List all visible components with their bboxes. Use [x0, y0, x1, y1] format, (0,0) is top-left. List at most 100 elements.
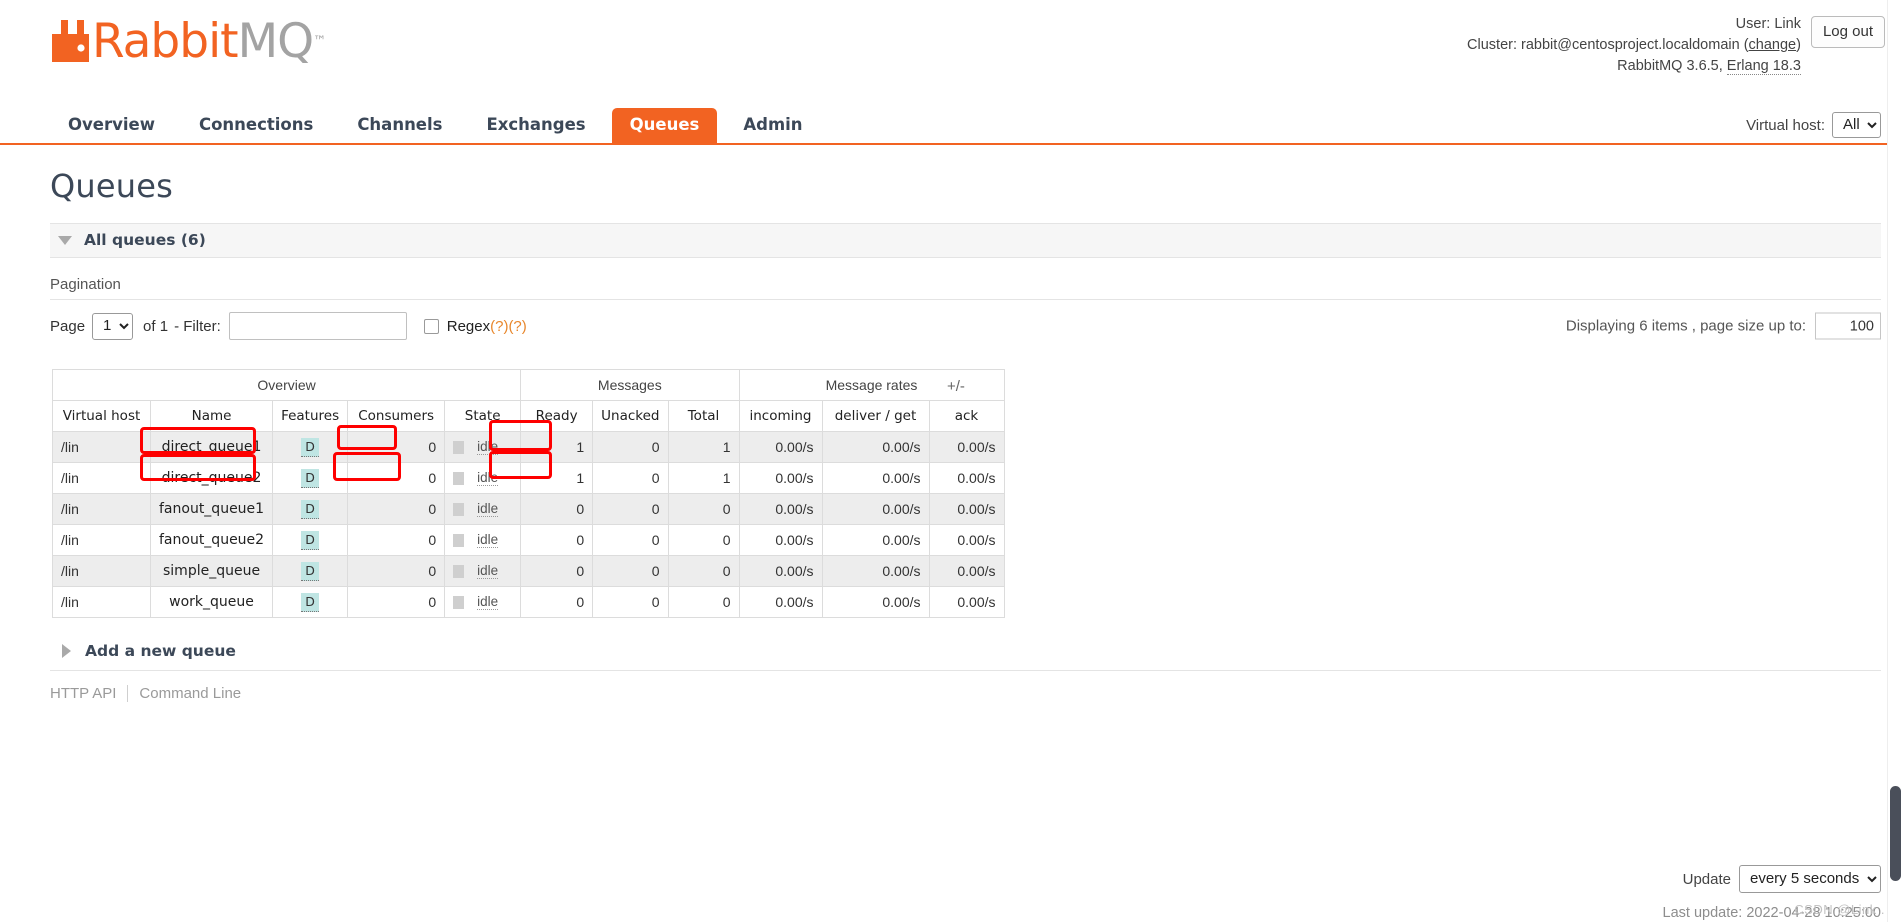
cell-ack: 0.00/s	[928, 555, 1005, 587]
page-number-select[interactable]: 1	[92, 312, 134, 340]
state-indicator: idle	[453, 594, 512, 610]
cell-incoming: 0.00/s	[738, 462, 823, 494]
column-toggle-plus-minus[interactable]: +/-	[947, 378, 965, 395]
column-header-ack[interactable]: ack	[928, 400, 1005, 432]
cell-incoming: 0.00/s	[738, 555, 823, 587]
version-row: RabbitMQ 3.6.5, Erlang 18.3	[1467, 56, 1801, 77]
state-square-icon	[453, 595, 465, 609]
filter-label: - Filter:	[174, 317, 221, 335]
all-queues-section-header[interactable]: All queues (6)	[50, 223, 1881, 258]
group-header-messages: Messages	[520, 369, 740, 401]
column-header-unacked[interactable]: Unacked	[592, 400, 669, 432]
state-indicator: idle	[453, 470, 512, 486]
cell-queue-name[interactable]: fanout_queue1	[149, 493, 274, 525]
nav-item-connections[interactable]: Connections	[181, 108, 331, 143]
table-row: /lin work_queue D 0 idle 0 0 0 0.00/s 0.00/s 0.00/…	[52, 586, 1005, 618]
logo-trademark: ™	[313, 34, 326, 49]
column-header-total[interactable]: Total	[667, 400, 740, 432]
cell-total: 0	[667, 586, 740, 618]
column-header-ready[interactable]: Ready	[520, 400, 594, 432]
nav-item-admin[interactable]: Admin	[725, 108, 820, 143]
regex-checkbox[interactable]	[423, 318, 439, 334]
cell-deliver-get: 0.00/s	[821, 462, 930, 494]
filter-input[interactable]	[228, 312, 407, 340]
state-text[interactable]: idle	[477, 470, 499, 486]
cell-features: D	[272, 462, 349, 494]
cell-state: idle	[444, 462, 522, 494]
cell-state: idle	[444, 493, 522, 525]
cell-queue-name[interactable]: direct_queue1	[149, 431, 274, 463]
virtual-host-label: Virtual host:	[1746, 116, 1825, 134]
command-line-link[interactable]: Command Line	[139, 685, 241, 702]
nav-item-channels[interactable]: Channels	[339, 108, 460, 143]
cell-ready: 1	[520, 462, 594, 494]
cell-virtual-host: /lin	[52, 586, 151, 618]
cell-features: D	[272, 555, 349, 587]
table-row: /lin direct_queue2 D 0 idle 1 0 1 0.00/s 0.00/s 0.…	[52, 462, 1005, 494]
state-text[interactable]: idle	[477, 563, 499, 579]
user-label: User:	[1735, 16, 1771, 32]
durable-feature-badge[interactable]: D	[301, 437, 319, 457]
page-size-input[interactable]	[1815, 312, 1881, 340]
page-title: Queues	[50, 167, 173, 205]
cell-queue-name[interactable]: direct_queue2	[149, 462, 274, 494]
table-row: /lin fanout_queue2 D 0 idle 0 0 0 0.00/s 0.00/s 0.…	[52, 524, 1005, 556]
nav-item-overview[interactable]: Overview	[50, 108, 173, 143]
cell-unacked: 0	[592, 524, 669, 556]
state-square-icon	[453, 502, 465, 516]
state-text[interactable]: idle	[477, 532, 499, 548]
cell-deliver-get: 0.00/s	[821, 586, 930, 618]
cell-ready: 0	[520, 493, 594, 525]
cell-features: D	[272, 431, 349, 463]
cell-queue-name[interactable]: simple_queue	[149, 555, 274, 587]
cell-consumers: 0	[347, 462, 446, 494]
cell-virtual-host: /lin	[52, 555, 151, 587]
state-square-icon	[453, 440, 465, 454]
cell-queue-name[interactable]: fanout_queue2	[149, 524, 274, 556]
cell-consumers: 0	[347, 586, 446, 618]
virtual-host-select[interactable]: All	[1832, 112, 1881, 138]
cell-ack: 0.00/s	[928, 431, 1005, 463]
regex-help-icon[interactable]: (?)(?)	[490, 318, 527, 335]
watermark-text: CSDN @Link .	[1794, 902, 1885, 917]
durable-feature-badge[interactable]: D	[301, 530, 319, 550]
page-of-label: of 1	[143, 317, 169, 335]
cell-total: 0	[667, 493, 740, 525]
add-new-queue-section[interactable]: Add a new queue	[50, 636, 1881, 671]
column-header-virtual-host[interactable]: Virtual host	[52, 400, 151, 432]
cell-incoming: 0.00/s	[738, 524, 823, 556]
page-scrollbar-thumb[interactable]	[1890, 786, 1901, 881]
main-navigation: Overview Connections Channels Exchanges …	[0, 108, 1903, 145]
state-text[interactable]: idle	[477, 439, 499, 455]
column-header-features[interactable]: Features	[272, 400, 349, 432]
cell-queue-name[interactable]: work_queue	[149, 586, 274, 618]
page-scrollbar-track[interactable]	[1887, 0, 1903, 922]
durable-feature-badge[interactable]: D	[301, 592, 319, 612]
durable-feature-badge[interactable]: D	[301, 561, 319, 581]
logout-button[interactable]: Log out	[1810, 16, 1885, 48]
cell-virtual-host: /lin	[52, 431, 151, 463]
nav-item-exchanges[interactable]: Exchanges	[468, 108, 603, 143]
durable-feature-badge[interactable]: D	[301, 499, 319, 519]
update-interval-select[interactable]: every 5 seconds	[1739, 865, 1881, 893]
cell-unacked: 0	[592, 586, 669, 618]
cell-ready: 0	[520, 555, 594, 587]
regex-checkbox-group[interactable]: Regex (?)(?)	[423, 318, 527, 335]
column-header-incoming[interactable]: incoming	[738, 400, 823, 432]
cell-incoming: 0.00/s	[738, 586, 823, 618]
cell-ack: 0.00/s	[928, 493, 1005, 525]
column-header-name[interactable]: Name	[149, 400, 274, 432]
http-api-link[interactable]: HTTP API	[50, 685, 116, 702]
cluster-change-link[interactable]: change	[1749, 37, 1797, 53]
state-text[interactable]: idle	[477, 594, 499, 610]
column-header-consumers[interactable]: Consumers	[347, 400, 446, 432]
column-header-deliver-get[interactable]: deliver / get	[821, 400, 930, 432]
durable-feature-badge[interactable]: D	[301, 468, 319, 488]
rabbitmq-logo[interactable]: RabbitMQ™	[50, 18, 326, 69]
cell-unacked: 0	[592, 493, 669, 525]
nav-item-queues[interactable]: Queues	[611, 108, 718, 143]
queues-table: Overview Messages Message rates Virtual …	[51, 369, 1005, 618]
state-text[interactable]: idle	[477, 501, 499, 517]
erlang-version[interactable]: Erlang 18.3	[1726, 58, 1801, 75]
column-header-state[interactable]: State	[444, 400, 522, 432]
